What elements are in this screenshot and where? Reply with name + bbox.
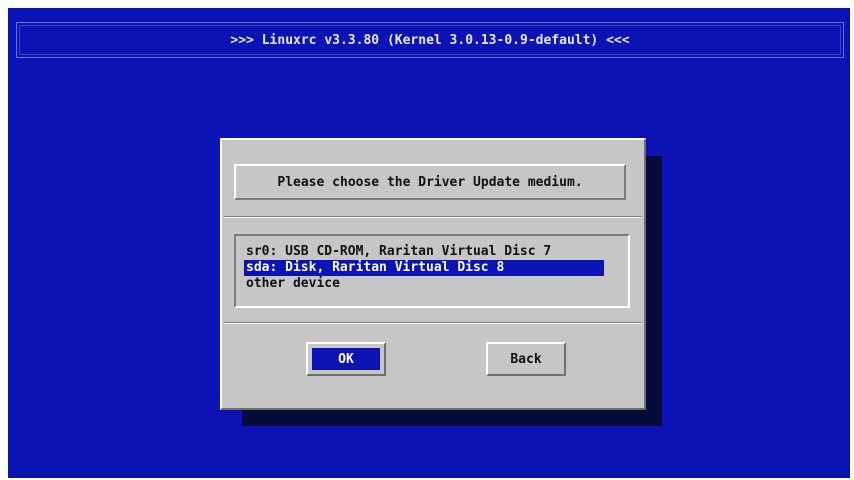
title-bar: >>> Linuxrc v3.3.80 (Kernel 3.0.13-0.9-d… xyxy=(16,22,844,58)
ok-button-label: OK xyxy=(312,348,380,370)
ok-button[interactable]: OK xyxy=(306,342,386,376)
list-item-sda[interactable]: sda: Disk, Raritan Virtual Disc 8 xyxy=(244,260,604,276)
separator xyxy=(224,216,642,218)
driver-update-dialog: Please choose the Driver Update medium. … xyxy=(220,138,646,410)
console-screen: >>> Linuxrc v3.3.80 (Kernel 3.0.13-0.9-d… xyxy=(8,8,850,478)
dialog-prompt: Please choose the Driver Update medium. xyxy=(277,174,583,190)
back-button-label: Back xyxy=(510,351,542,367)
separator xyxy=(224,322,642,324)
list-item-other-device[interactable]: other device xyxy=(244,276,604,292)
dialog-header: Please choose the Driver Update medium. xyxy=(234,164,626,200)
device-list[interactable]: sr0: USB CD-ROM, Raritan Virtual Disc 7 … xyxy=(234,234,630,308)
list-item-sr0[interactable]: sr0: USB CD-ROM, Raritan Virtual Disc 7 xyxy=(244,244,604,260)
back-button[interactable]: Back xyxy=(486,342,566,376)
title-text: >>> Linuxrc v3.3.80 (Kernel 3.0.13-0.9-d… xyxy=(230,32,630,48)
